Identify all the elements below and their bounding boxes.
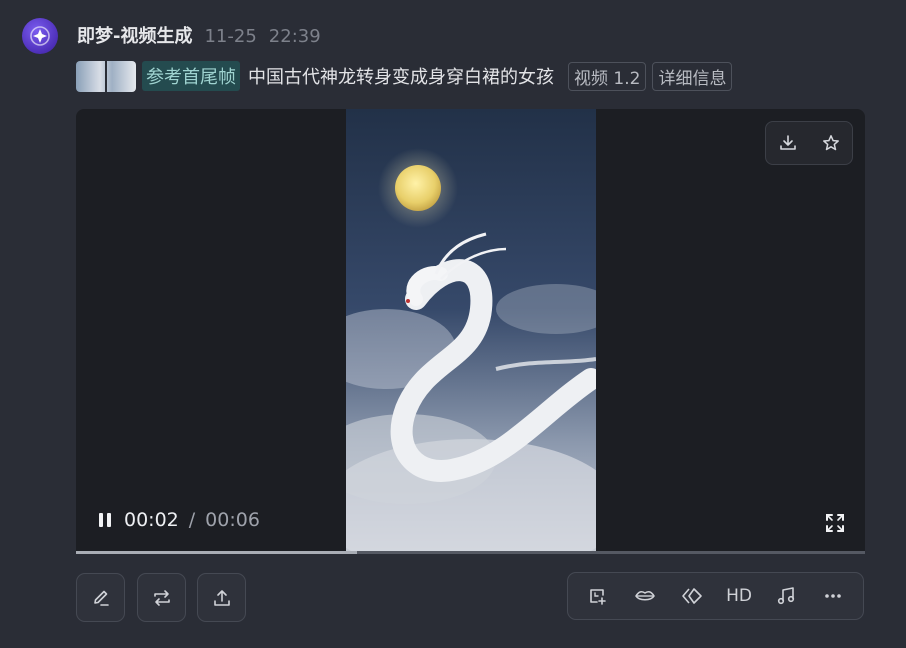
star-icon[interactable] [822,134,840,152]
message-header: 即梦-视频生成 11-25 22:39 [77,22,321,48]
video-frame-image [346,148,596,553]
sparkle-icon [30,26,50,46]
current-time: 00:02 [124,509,179,531]
playback-controls: 00:02 / 00:06 [96,509,260,531]
avatar [22,18,58,54]
music-icon[interactable] [768,578,804,614]
lip-sync-icon[interactable] [627,578,663,614]
message-date: 11-25 [204,26,257,47]
more-options-icon[interactable] [815,578,851,614]
video-tools-toolbar: HD [567,572,864,620]
regenerate-button[interactable] [137,573,186,622]
details-chip[interactable]: 详细信息 [652,61,733,91]
edit-icon [91,588,111,608]
video-progress-fill [76,551,357,554]
prompt-text: 中国古代神龙转身变成身穿白裙的女孩 [248,67,554,88]
download-icon[interactable] [779,134,797,152]
add-frame-icon[interactable] [580,578,616,614]
message-time: 22:39 [268,26,321,47]
frame-interpolation-icon[interactable] [674,578,710,614]
prompt-row: 参考首尾帧 中国古代神龙转身变成身穿白裙的女孩 视频 1.2 详细信息 [76,60,733,92]
share-button[interactable] [197,573,246,622]
reference-thumbnails[interactable] [76,60,136,92]
total-time: 00:06 [205,509,260,531]
video-frame [346,109,596,553]
hd-upscale-button[interactable]: HD [721,578,757,614]
fullscreen-icon[interactable] [825,513,845,533]
pause-icon[interactable] [96,511,114,529]
video-progress-bar[interactable] [76,551,865,554]
video-overlay-actions [765,121,853,165]
regenerate-icon [152,588,172,608]
model-chip[interactable]: 视频 1.2 [568,61,647,91]
video-player[interactable]: 00:02 / 00:06 [76,109,865,553]
edit-button[interactable] [76,573,125,622]
share-icon [212,588,232,608]
app-name: 即梦-视频生成 [77,26,193,47]
time-separator: / [188,509,196,531]
reference-frames-tag: 参考首尾帧 [142,61,240,91]
